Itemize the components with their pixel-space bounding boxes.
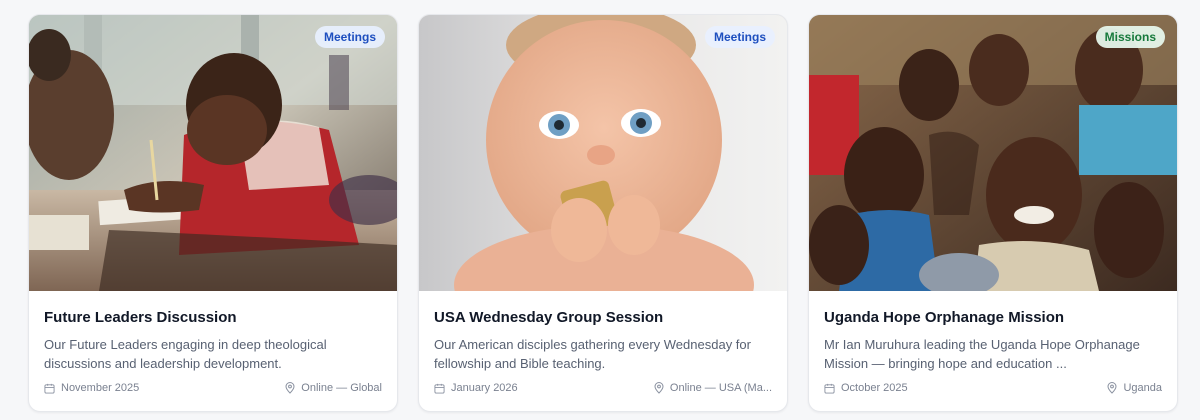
children-writing-photo — [29, 15, 397, 291]
event-location: Online — USA (Ma... — [654, 382, 772, 394]
event-card-grid: Meetings Future Leaders Discussion Our F… — [28, 14, 1178, 412]
event-location-text: Online — Global — [301, 382, 382, 394]
calendar-icon — [434, 383, 445, 394]
category-badge: Meetings — [704, 26, 775, 48]
event-meta: November 2025 Online — Global — [44, 382, 382, 394]
event-card-uganda-hope[interactable]: Missions Uganda Hope Orphanage Mission M… — [808, 14, 1178, 412]
event-description: Our Future Leaders engaging in deep theo… — [44, 337, 327, 371]
event-date-text: November 2025 — [61, 382, 140, 394]
event-location: Online — Global — [285, 382, 382, 394]
event-description: Mr Ian Muruhura leading the Uganda Hope … — [824, 337, 1140, 371]
event-title[interactable]: USA Wednesday Group Session — [434, 309, 772, 327]
event-date: November 2025 — [44, 382, 139, 394]
event-card-usa-wednesday[interactable]: Meetings USA Wednesday Group Session Our… — [418, 14, 788, 412]
children-group-photo — [809, 15, 1177, 291]
event-meta: October 2025 Uganda — [824, 382, 1162, 394]
map-pin-icon — [1107, 382, 1117, 394]
event-image-uganda-hope[interactable]: Missions — [809, 15, 1177, 291]
event-date-text: January 2026 — [451, 382, 518, 394]
event-image-usa-wednesday[interactable]: Meetings — [419, 15, 787, 291]
category-badge: Meetings — [314, 26, 385, 48]
event-date: October 2025 — [824, 382, 908, 394]
event-location-text: Online — USA (Ma... — [669, 382, 772, 394]
calendar-icon — [44, 383, 55, 394]
event-date-text: October 2025 — [841, 382, 908, 394]
event-description: Our American disciples gathering every W… — [434, 337, 751, 371]
event-meta: January 2026 Online — USA (Ma... — [434, 382, 772, 394]
map-pin-icon — [654, 382, 664, 394]
event-card-future-leaders[interactable]: Meetings Future Leaders Discussion Our F… — [28, 14, 398, 412]
event-location-text: Uganda — [1123, 382, 1162, 394]
calendar-icon — [824, 383, 835, 394]
baby-photo — [419, 15, 787, 291]
event-date: January 2026 — [434, 382, 518, 394]
event-location: Uganda — [1107, 382, 1162, 394]
map-pin-icon — [285, 382, 295, 394]
event-title[interactable]: Future Leaders Discussion — [44, 309, 382, 327]
event-title[interactable]: Uganda Hope Orphanage Mission — [824, 309, 1162, 327]
event-image-future-leaders[interactable]: Meetings — [29, 15, 397, 291]
category-badge: Missions — [1095, 26, 1165, 48]
